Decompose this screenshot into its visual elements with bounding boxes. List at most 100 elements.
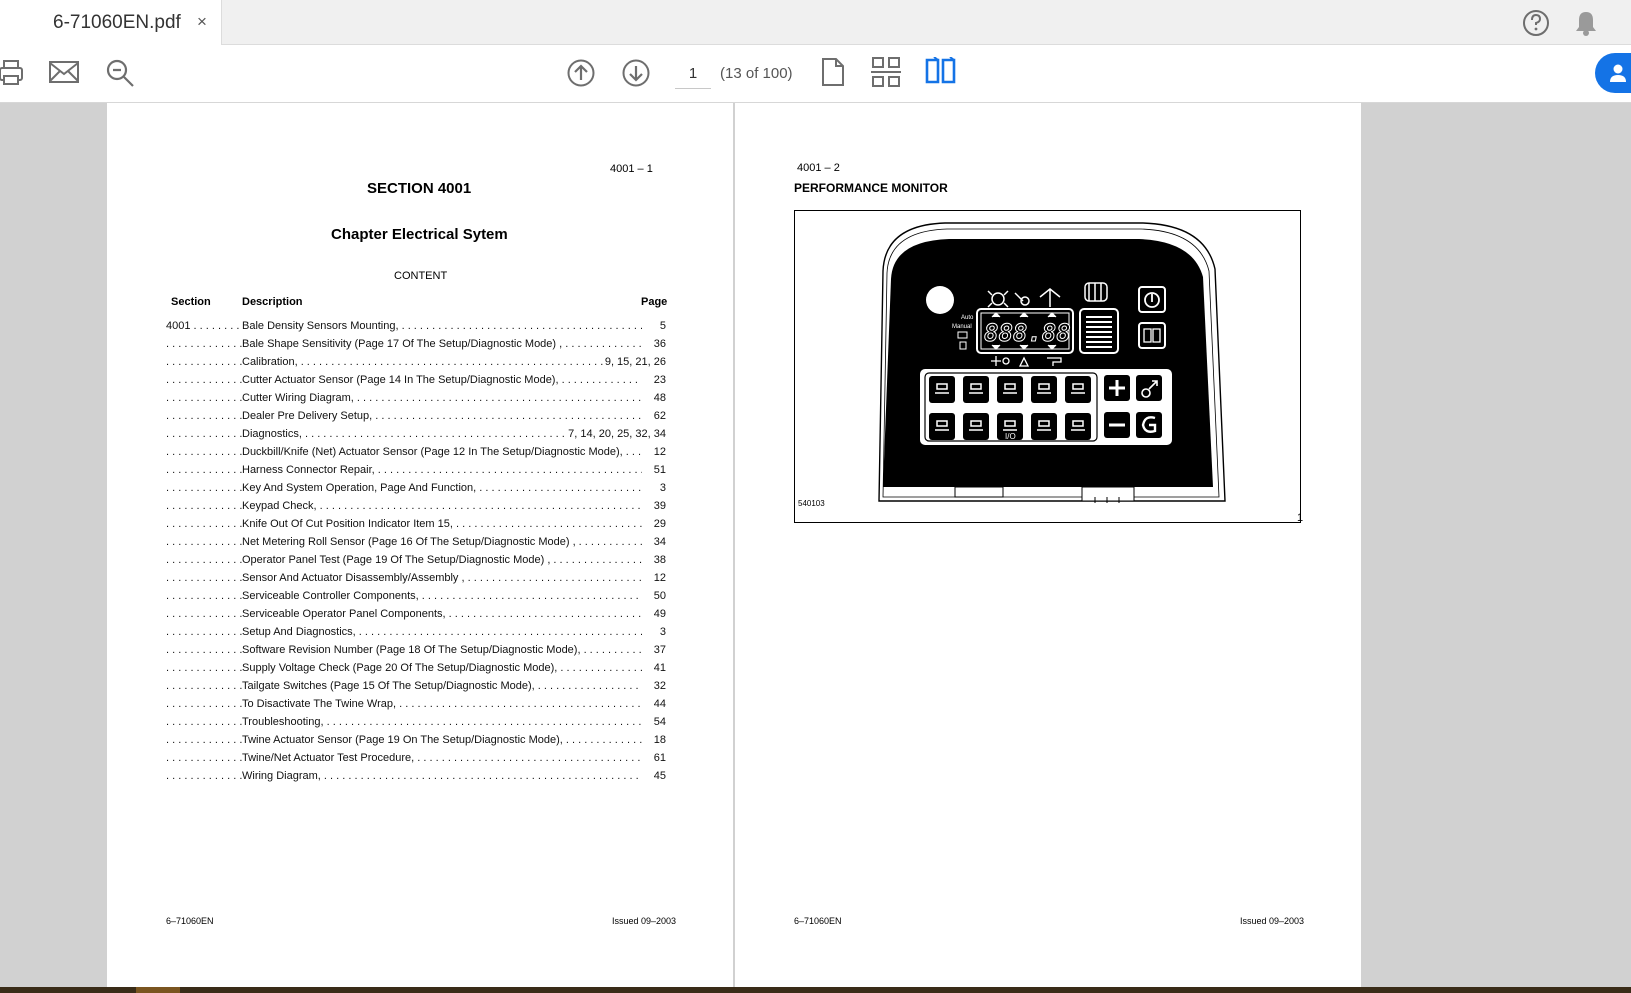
toc-row: . . . . . . . . . . . . . . . . . . . .D…	[166, 446, 666, 464]
scroll-icon[interactable]	[870, 57, 902, 87]
footer-left: 6–71060EN	[794, 916, 842, 926]
toc-section: . . . . . . . . . . . . . . . . . . . .	[166, 428, 242, 440]
toc-row: . . . . . . . . . . . . . . . . . . . .C…	[166, 374, 666, 392]
toc-description: Wiring Diagram, . . . . . . . . . . . . …	[242, 770, 642, 782]
two-page-icon[interactable]	[925, 57, 957, 85]
toc-description: Tailgate Switches (Page 15 Of The Setup/…	[242, 680, 642, 692]
toc-section: . . . . . . . . . . . . . . . . . . . .	[166, 518, 242, 530]
toc-section: . . . . . . . . . . . . . . . . . . . .	[166, 770, 242, 782]
page-header-code: 4001 – 1	[610, 163, 653, 175]
footer-right: Issued 09–2003	[612, 916, 677, 926]
toc-page-number: 3	[657, 626, 666, 638]
toc-description: To Disactivate The Twine Wrap, . . . . .…	[242, 698, 642, 710]
page-title: PERFORMANCE MONITOR	[794, 181, 948, 195]
toc-section: . . . . . . . . . . . . . . . . . . . .	[166, 626, 242, 638]
arrow-up-icon[interactable]	[566, 58, 596, 88]
toc-description: Cutter Wiring Diagram, . . . . . . . . .…	[242, 392, 642, 404]
toc-section: . . . . . . . . . . . . . . . . . . . .	[166, 590, 242, 602]
toc-section: . . . . . . . . . . . . . . . . . . . .	[166, 716, 242, 728]
zoom-icon[interactable]	[105, 58, 135, 88]
toc-row: . . . . . . . . . . . . . . . . . . . .B…	[166, 338, 666, 356]
toc-section: . . . . . . . . . . . . . . . . . . . .	[166, 410, 242, 422]
toc-row: . . . . . . . . . . . . . . . . . . . .T…	[166, 716, 666, 734]
document-viewer[interactable]: 4001 – 1 SECTION 4001 Chapter Electrical…	[0, 103, 1631, 987]
toc-row: . . . . . . . . . . . . . . . . . . . .S…	[166, 590, 666, 608]
toc-row: . . . . . . . . . . . . . . . . . . . .D…	[166, 410, 666, 428]
toc-section: . . . . . . . . . . . . . . . . . . . .	[166, 536, 242, 548]
toc-row: . . . . . . . . . . . . . . . . . . . .T…	[166, 734, 666, 752]
toc-page-number: 12	[651, 572, 666, 584]
toc-section: . . . . . . . . . . . . . . . . . . . .	[166, 374, 242, 386]
toc-description: Serviceable Operator Panel Components, .…	[242, 608, 642, 620]
toc-row: . . . . . . . . . . . . . . . . . . . .S…	[166, 608, 666, 626]
single-page-icon[interactable]	[821, 57, 845, 87]
toc-row: . . . . . . . . . . . . . . . . . . . .H…	[166, 464, 666, 482]
page-right: 4001 – 2 PERFORMANCE MONITOR Auto Manual…	[735, 103, 1361, 987]
tab-title: 6-71060EN.pdf	[53, 12, 181, 33]
taskbar-accent	[136, 987, 180, 993]
toc-section: . . . . . . . . . . . . . . . . . . . .	[166, 446, 242, 458]
toc-section: . . . . . . . . . . . . . . . . . . . .	[166, 608, 242, 620]
toc-description: Bale Shape Sensitivity (Page 17 Of The S…	[242, 338, 642, 350]
print-icon[interactable]	[0, 58, 24, 88]
share-button[interactable]	[1595, 53, 1631, 93]
section-title: SECTION 4001	[367, 180, 472, 197]
mail-icon[interactable]	[49, 60, 79, 84]
toc-page-number: 41	[651, 662, 666, 674]
performance-monitor-illustration: Auto Manual 888.88 I/O 540103	[798, 222, 1226, 508]
page-count: (13 of 100)	[720, 65, 793, 82]
toc-page-number: 7, 14, 20, 25, 32, 34	[566, 428, 666, 440]
toc-page-number: 54	[651, 716, 666, 728]
toc-section: 4001 . . . . . . . . . . . . . .	[166, 320, 242, 332]
toc-section: . . . . . . . . . . . . . . . . . . . .	[166, 500, 242, 512]
toc-section: . . . . . . . . . . . . . . . . . . . .	[166, 572, 242, 584]
toc-row: 4001 . . . . . . . . . . . . . .Bale Den…	[166, 320, 666, 338]
tab-bar: 6-71060EN.pdf ×	[0, 0, 1631, 46]
toc-page-number: 61	[651, 752, 666, 764]
column-header-section: Section	[171, 296, 211, 308]
toc-page-number: 50	[651, 590, 666, 602]
toc-section: . . . . . . . . . . . . . . . . . . . .	[166, 734, 242, 746]
content-label: CONTENT	[394, 270, 448, 282]
toc-description: Net Metering Roll Sensor (Page 16 Of The…	[242, 536, 642, 548]
taskbar-strip	[0, 987, 1631, 993]
toc-page-number: 36	[651, 338, 666, 350]
toc-section: . . . . . . . . . . . . . . . . . . . .	[166, 464, 242, 476]
toc-section: . . . . . . . . . . . . . . . . . . . .	[166, 392, 242, 404]
page-number-input[interactable]	[675, 59, 711, 89]
toc-row: . . . . . . . . . . . . . . . . . . . .S…	[166, 662, 666, 680]
toc-row: . . . . . . . . . . . . . . . . . . . .K…	[166, 500, 666, 518]
toc-row: . . . . . . . . . . . . . . . . . . . .T…	[166, 680, 666, 698]
toc-description: Key And System Operation, Page And Funct…	[242, 482, 642, 494]
toc-description: Operator Panel Test (Page 19 Of The Setu…	[242, 554, 642, 566]
toc-row: . . . . . . . . . . . . . . . . . . . .S…	[166, 644, 666, 662]
toc-page-number: 37	[651, 644, 666, 656]
toc-description: Keypad Check, . . . . . . . . . . . . . …	[242, 500, 642, 512]
arrow-down-icon[interactable]	[621, 58, 651, 88]
toc-section: . . . . . . . . . . . . . . . . . . . .	[166, 356, 242, 368]
toc-description: Knife Out Of Cut Position Indicator Item…	[242, 518, 642, 530]
toc-description: Supply Voltage Check (Page 20 Of The Set…	[242, 662, 642, 674]
document-tab[interactable]: 6-71060EN.pdf ×	[0, 0, 222, 46]
toc-description: Troubleshooting, . . . . . . . . . . . .…	[242, 716, 642, 728]
manual-label: Manual	[952, 324, 972, 330]
toc-page-number: 45	[651, 770, 666, 782]
toc-page-number: 44	[651, 698, 666, 710]
toc-page-number: 12	[651, 446, 666, 458]
toc-description: Serviceable Controller Components, . . .…	[242, 590, 642, 602]
toc-description: Duckbill/Knife (Net) Actuator Sensor (Pa…	[242, 446, 642, 458]
toc-description: Twine/Net Actuator Test Procedure, . . .…	[242, 752, 642, 764]
bell-icon[interactable]	[1573, 9, 1599, 37]
table-of-contents: 4001 . . . . . . . . . . . . . .Bale Den…	[166, 320, 666, 788]
toc-description: Bale Density Sensors Mounting, . . . . .…	[242, 320, 642, 332]
toc-description: Cutter Actuator Sensor (Page 14 In The S…	[242, 374, 642, 386]
toc-page-number: 48	[651, 392, 666, 404]
close-tab-icon[interactable]: ×	[197, 12, 207, 32]
toc-row: . . . . . . . . . . . . . . . . . . . .T…	[166, 698, 666, 716]
help-icon[interactable]	[1522, 9, 1550, 37]
toc-page-number: 3	[657, 482, 666, 494]
toc-page-number: 38	[651, 554, 666, 566]
toc-page-number: 51	[651, 464, 666, 476]
page-header-code: 4001 – 2	[797, 162, 840, 174]
toc-row: . . . . . . . . . . . . . . . . . . . .W…	[166, 770, 666, 788]
